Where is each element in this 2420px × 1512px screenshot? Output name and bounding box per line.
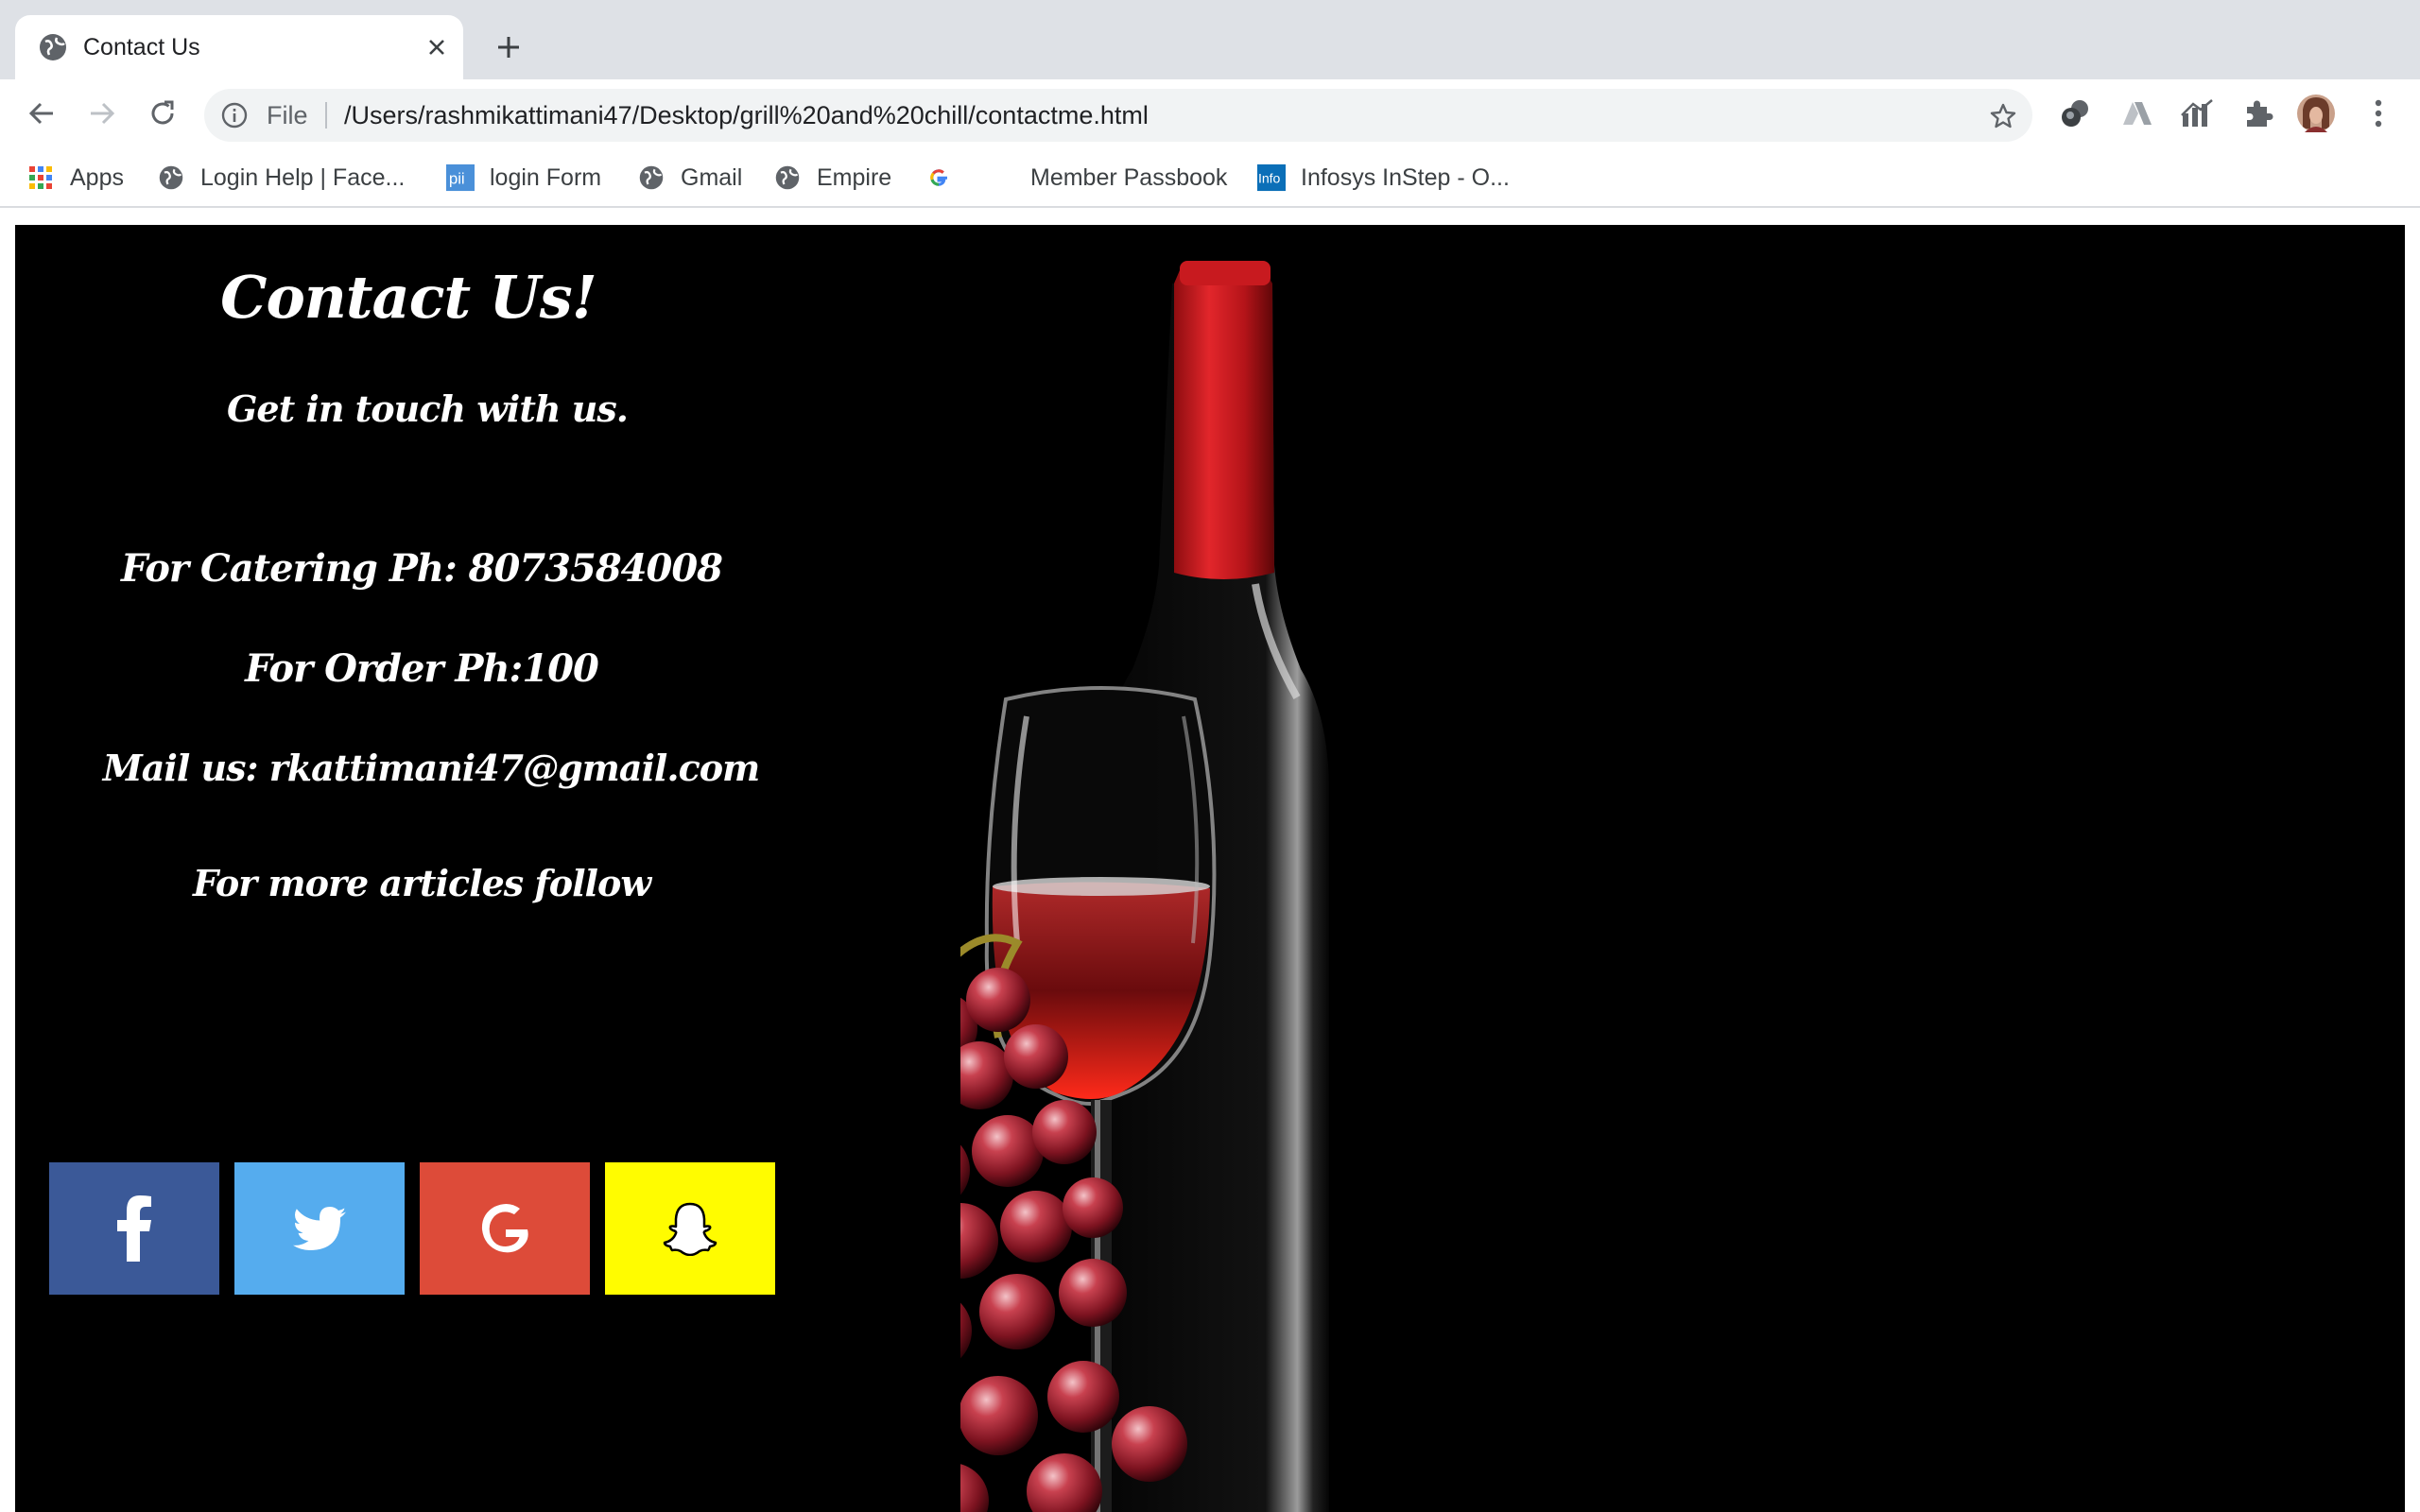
chart-icon [2181, 99, 2213, 127]
globe-icon [637, 163, 666, 192]
plus-icon [498, 37, 519, 58]
follow-text: For more articles follow [192, 862, 651, 904]
kebab-menu-icon [2375, 99, 2382, 128]
info-icon[interactable] [221, 102, 248, 129]
svg-text:pii: pii [449, 170, 465, 188]
order-phone-text: For Order Ph:100 [245, 646, 599, 691]
extensions-button[interactable] [2238, 94, 2276, 132]
address-divider [325, 102, 327, 129]
bookmarks-bar: Apps Login Help | Face... pii login Form… [0, 147, 2420, 208]
bookmark-google[interactable] [925, 159, 968, 197]
bookmark-label: Gmail [681, 163, 743, 191]
close-icon [429, 40, 444, 55]
pii-logo-icon: pii [446, 163, 475, 192]
twitter-button[interactable] [234, 1162, 405, 1295]
back-button[interactable] [23, 94, 60, 132]
close-tab-button[interactable] [422, 32, 452, 62]
forward-button[interactable] [83, 94, 121, 132]
twitter-icon [293, 1207, 346, 1250]
google-icon [481, 1203, 528, 1253]
forward-arrow-icon [91, 102, 115, 125]
page-title: Contact Us! [220, 263, 597, 332]
bookmark-label: Empire [817, 163, 892, 191]
page-subheading: Get in touch with us. [226, 387, 629, 430]
new-tab-button[interactable] [490, 28, 527, 66]
bookmark-label: Infosys InStep - O... [1301, 163, 1510, 191]
reload-icon [151, 100, 174, 125]
svg-text:Info: Info [1258, 171, 1281, 186]
bookmark-login-help[interactable]: Login Help | Face... [157, 159, 405, 197]
snapchat-ghost-icon [663, 1202, 717, 1256]
web-viewport: Contact Us! Get in touch with us. For Ca… [0, 208, 2420, 1512]
puzzle-icon [2247, 100, 2273, 127]
catering-phone-text: For Catering Ph: 8073584008 [121, 546, 723, 591]
ai-icon [2123, 102, 2152, 125]
avatar-icon [2297, 94, 2335, 132]
bookmark-apps[interactable]: Apps [26, 159, 124, 197]
mail-text: Mail us: rkattimani47@gmail.com [102, 747, 761, 789]
google-g-icon [925, 163, 953, 192]
bookmark-label: login Form [490, 163, 602, 191]
tab-strip: Contact Us [0, 0, 2420, 79]
bookmark-infosys-instep[interactable]: Info Infosys InStep - O... [1257, 159, 1510, 197]
bookmark-label: Member Passbook [1030, 163, 1228, 191]
google-button[interactable] [420, 1162, 590, 1295]
contact-page: Contact Us! Get in touch with us. For Ca… [15, 225, 2405, 1512]
circles-icon [2062, 100, 2088, 127]
bookmark-member-passbook[interactable]: Member Passbook [1030, 159, 1227, 197]
tab-title: Contact Us [83, 34, 200, 60]
bookmark-label: Login Help | Face... [200, 163, 406, 191]
wine-bottle-and-grapes-image [960, 261, 1329, 1512]
browser-toolbar: File /Users/rashmikattimani47/Desktop/gr… [0, 79, 2420, 147]
file-scheme-label: File [267, 101, 308, 129]
bookmark-login-form[interactable]: pii login Form [446, 159, 601, 197]
bookmark-label: Apps [70, 163, 124, 191]
globe-icon [157, 163, 185, 192]
apps-grid-icon [26, 163, 55, 192]
profile-avatar[interactable] [2297, 94, 2335, 132]
browser-menu-button[interactable] [2360, 94, 2397, 132]
address-bar[interactable]: File /Users/rashmikattimani47/Desktop/gr… [204, 89, 2032, 142]
globe-icon [773, 163, 802, 192]
globe-icon [40, 34, 66, 60]
back-arrow-icon [28, 102, 53, 125]
facebook-button[interactable] [49, 1162, 219, 1295]
bookmark-star-icon[interactable] [1989, 102, 2017, 130]
circles-extension-icon[interactable] [2057, 94, 2095, 132]
bookmark-empire[interactable]: Empire [773, 159, 891, 197]
active-tab[interactable]: Contact Us [15, 15, 463, 79]
bookmark-gmail[interactable]: Gmail [637, 159, 742, 197]
ai-extension-icon[interactable] [2118, 94, 2155, 132]
infosys-logo-icon: Info [1257, 163, 1286, 192]
analytics-extension-icon[interactable] [2178, 94, 2216, 132]
reload-button[interactable] [144, 94, 182, 132]
snapchat-button[interactable] [605, 1162, 775, 1295]
facebook-icon [117, 1195, 151, 1262]
url-text[interactable]: /Users/rashmikattimani47/Desktop/grill%2… [344, 89, 1149, 142]
